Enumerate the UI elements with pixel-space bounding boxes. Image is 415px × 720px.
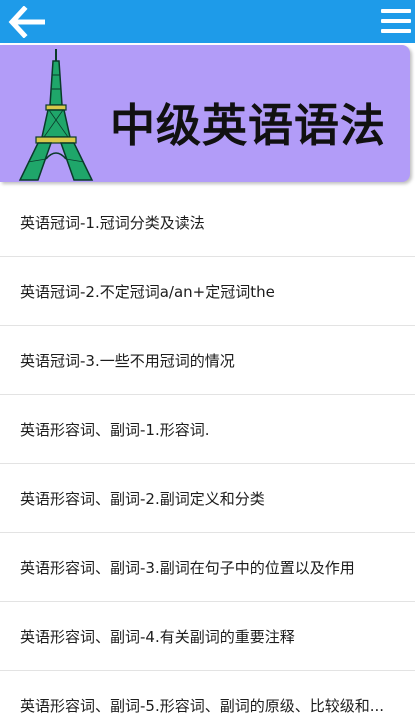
list-item[interactable]: 英语形容词、副词-3.副词在句子中的位置以及作用: [0, 533, 415, 602]
list-item[interactable]: 英语形容词、副词-1.形容词.: [0, 395, 415, 464]
back-button[interactable]: [8, 5, 48, 39]
list-item[interactable]: 英语冠词-3.一些不用冠词的情况: [0, 326, 415, 395]
lesson-list: 英语冠词-1.冠词分类及读法 英语冠词-2.不定冠词a/an+定冠词the 英语…: [0, 188, 415, 720]
menu-bar-bottom: [381, 29, 411, 33]
course-banner: 中级英语语法: [0, 45, 410, 182]
list-item[interactable]: 英语冠词-1.冠词分类及读法: [0, 188, 415, 257]
back-arrow-icon: [8, 5, 45, 39]
banner-title: 中级英语语法: [110, 99, 387, 152]
list-item[interactable]: 英语形容词、副词-4.有关副词的重要注释: [0, 602, 415, 671]
list-item[interactable]: 英语形容词、副词-2.副词定义和分类: [0, 464, 415, 533]
menu-bar-top: [381, 9, 411, 13]
eiffel-tower-icon: [18, 49, 94, 181]
menu-bar-middle: [381, 19, 411, 23]
top-bar: [0, 0, 415, 43]
list-item[interactable]: 英语形容词、副词-5.形容词、副词的原级、比较级和...: [0, 671, 415, 720]
list-item[interactable]: 英语冠词-2.不定冠词a/an+定冠词the: [0, 257, 415, 326]
menu-button[interactable]: [377, 4, 415, 38]
